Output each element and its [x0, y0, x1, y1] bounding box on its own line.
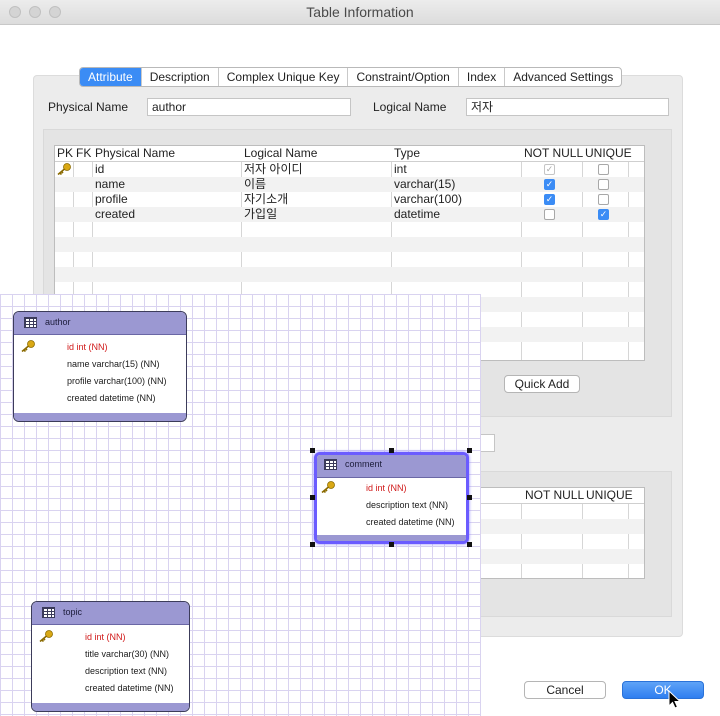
er-column: name varchar(15) (NN) — [67, 359, 160, 369]
er-table-name: author — [45, 317, 71, 327]
row-physical-name: name — [95, 177, 126, 191]
row-logical-name: 자기소개 — [244, 192, 289, 206]
er-column: title varchar(30) (NN) — [85, 649, 170, 659]
row-type: datetime — [394, 207, 441, 221]
tab-advanced-settings[interactable]: Advanced Settings — [505, 68, 621, 86]
header-type: Type — [394, 146, 421, 160]
header-pk: PK — [57, 146, 74, 160]
primary-key-icon — [57, 163, 71, 175]
table-icon — [24, 317, 37, 328]
er-table-header[interactable]: topic — [32, 602, 189, 625]
header-not-null: NOT NULL — [524, 146, 584, 160]
empty-row — [55, 237, 644, 252]
empty-row — [55, 222, 644, 237]
er-table-comment[interactable]: comment id int (NN) description text (NN… — [314, 452, 469, 544]
tab-description[interactable]: Description — [142, 68, 219, 86]
table-row[interactable]: id 저자 아이디 int ✓ — [55, 162, 644, 177]
er-table-name: topic — [63, 607, 83, 617]
header-logical-name: Logical Name — [244, 146, 318, 160]
logical-name-label: Logical Name — [373, 100, 447, 114]
cancel-button[interactable]: Cancel — [524, 681, 606, 699]
tab-constraint-option[interactable]: Constraint/Option — [348, 68, 459, 86]
row-physical-name: created — [95, 207, 136, 221]
er-diagram-canvas[interactable]: author id int (NN) name varchar(15) (NN)… — [0, 294, 481, 716]
primary-key-icon — [39, 630, 53, 642]
unique-checkbox[interactable] — [598, 194, 609, 205]
row-type: varchar(100) — [394, 192, 463, 206]
er-column: created datetime (NN) — [67, 393, 156, 403]
table-row[interactable]: created 가입일 datetime ✓ — [55, 207, 644, 222]
er-column: id int (NN) — [366, 483, 407, 493]
quick-add-button[interactable]: Quick Add — [504, 375, 580, 393]
empty-row — [481, 549, 644, 564]
er-table-header[interactable]: author — [14, 312, 186, 335]
unique-checkbox[interactable] — [598, 179, 609, 190]
unique-checkbox[interactable] — [598, 164, 609, 175]
resize-handle[interactable] — [467, 542, 472, 547]
unique-checkbox[interactable]: ✓ — [598, 209, 609, 220]
row-type: varchar(15) — [394, 177, 456, 191]
er-column: created datetime (NN) — [366, 517, 455, 527]
not-null-checkbox[interactable]: ✓ — [544, 179, 555, 190]
header-fk: FK — [76, 146, 92, 160]
er-column: description text (NN) — [366, 500, 449, 510]
row-logical-name: 이름 — [244, 177, 267, 191]
physical-name-label: Physical Name — [48, 100, 129, 114]
header-unique: UNIQUE — [586, 488, 633, 502]
er-table-topic[interactable]: topic id int (NN) title varchar(30) (NN)… — [31, 601, 190, 712]
er-table-header[interactable]: comment — [317, 455, 466, 478]
not-null-checkbox[interactable] — [544, 209, 555, 220]
empty-row — [55, 267, 644, 282]
second-table: NOT NULL UNIQUE — [480, 487, 645, 579]
er-table-name: comment — [345, 459, 383, 469]
table-row[interactable]: profile 자기소개 varchar(100) ✓ — [55, 192, 644, 207]
tab-attribute[interactable]: Attribute — [80, 68, 142, 86]
resize-handle[interactable] — [310, 542, 315, 547]
table-icon — [42, 607, 55, 618]
columns-table-header: PK FK Physical Name Logical Name Type NO… — [55, 146, 644, 162]
er-column: profile varchar(100) (NN) — [67, 376, 167, 386]
header-not-null: NOT NULL — [525, 488, 585, 502]
resize-handle[interactable] — [467, 448, 472, 453]
second-table-header: NOT NULL UNIQUE — [481, 488, 644, 504]
resize-handle[interactable] — [467, 495, 472, 500]
resize-handle[interactable] — [389, 448, 394, 453]
row-logical-name: 저자 아이디 — [244, 162, 303, 176]
er-column: description text (NN) — [85, 666, 168, 676]
window-title: Table Information — [306, 4, 414, 20]
header-physical-name: Physical Name — [95, 146, 176, 160]
row-type: int — [394, 162, 407, 176]
primary-key-icon — [21, 340, 35, 352]
row-logical-name: 가입일 — [244, 207, 278, 221]
table-row[interactable]: name 이름 varchar(15) ✓ — [55, 177, 644, 192]
er-table-author[interactable]: author id int (NN) name varchar(15) (NN)… — [13, 311, 187, 422]
er-column: created datetime (NN) — [85, 683, 174, 693]
row-physical-name: profile — [95, 192, 128, 206]
not-null-checkbox[interactable]: ✓ — [544, 194, 555, 205]
table-icon — [324, 459, 337, 470]
resize-handle[interactable] — [310, 495, 315, 500]
tab-index[interactable]: Index — [459, 68, 506, 86]
ok-button[interactable]: OK — [622, 681, 704, 699]
mouse-cursor-icon — [668, 690, 682, 709]
tab-bar: Attribute Description Complex Unique Key… — [79, 67, 623, 87]
row-physical-name: id — [95, 162, 105, 176]
logical-name-input[interactable]: 저자 — [466, 98, 669, 116]
resize-handle[interactable] — [310, 448, 315, 453]
empty-row — [481, 519, 644, 534]
er-column: id int (NN) — [67, 342, 108, 352]
resize-handle[interactable] — [389, 542, 394, 547]
physical-name-input[interactable]: author — [147, 98, 351, 116]
er-column: id int (NN) — [85, 632, 126, 642]
tab-complex-unique-key[interactable]: Complex Unique Key — [219, 68, 349, 86]
header-unique: UNIQUE — [585, 146, 632, 160]
primary-key-icon — [321, 481, 335, 493]
window-titlebar: Table Information — [0, 0, 720, 25]
empty-row — [55, 252, 644, 267]
not-null-checkbox[interactable]: ✓ — [544, 164, 555, 175]
